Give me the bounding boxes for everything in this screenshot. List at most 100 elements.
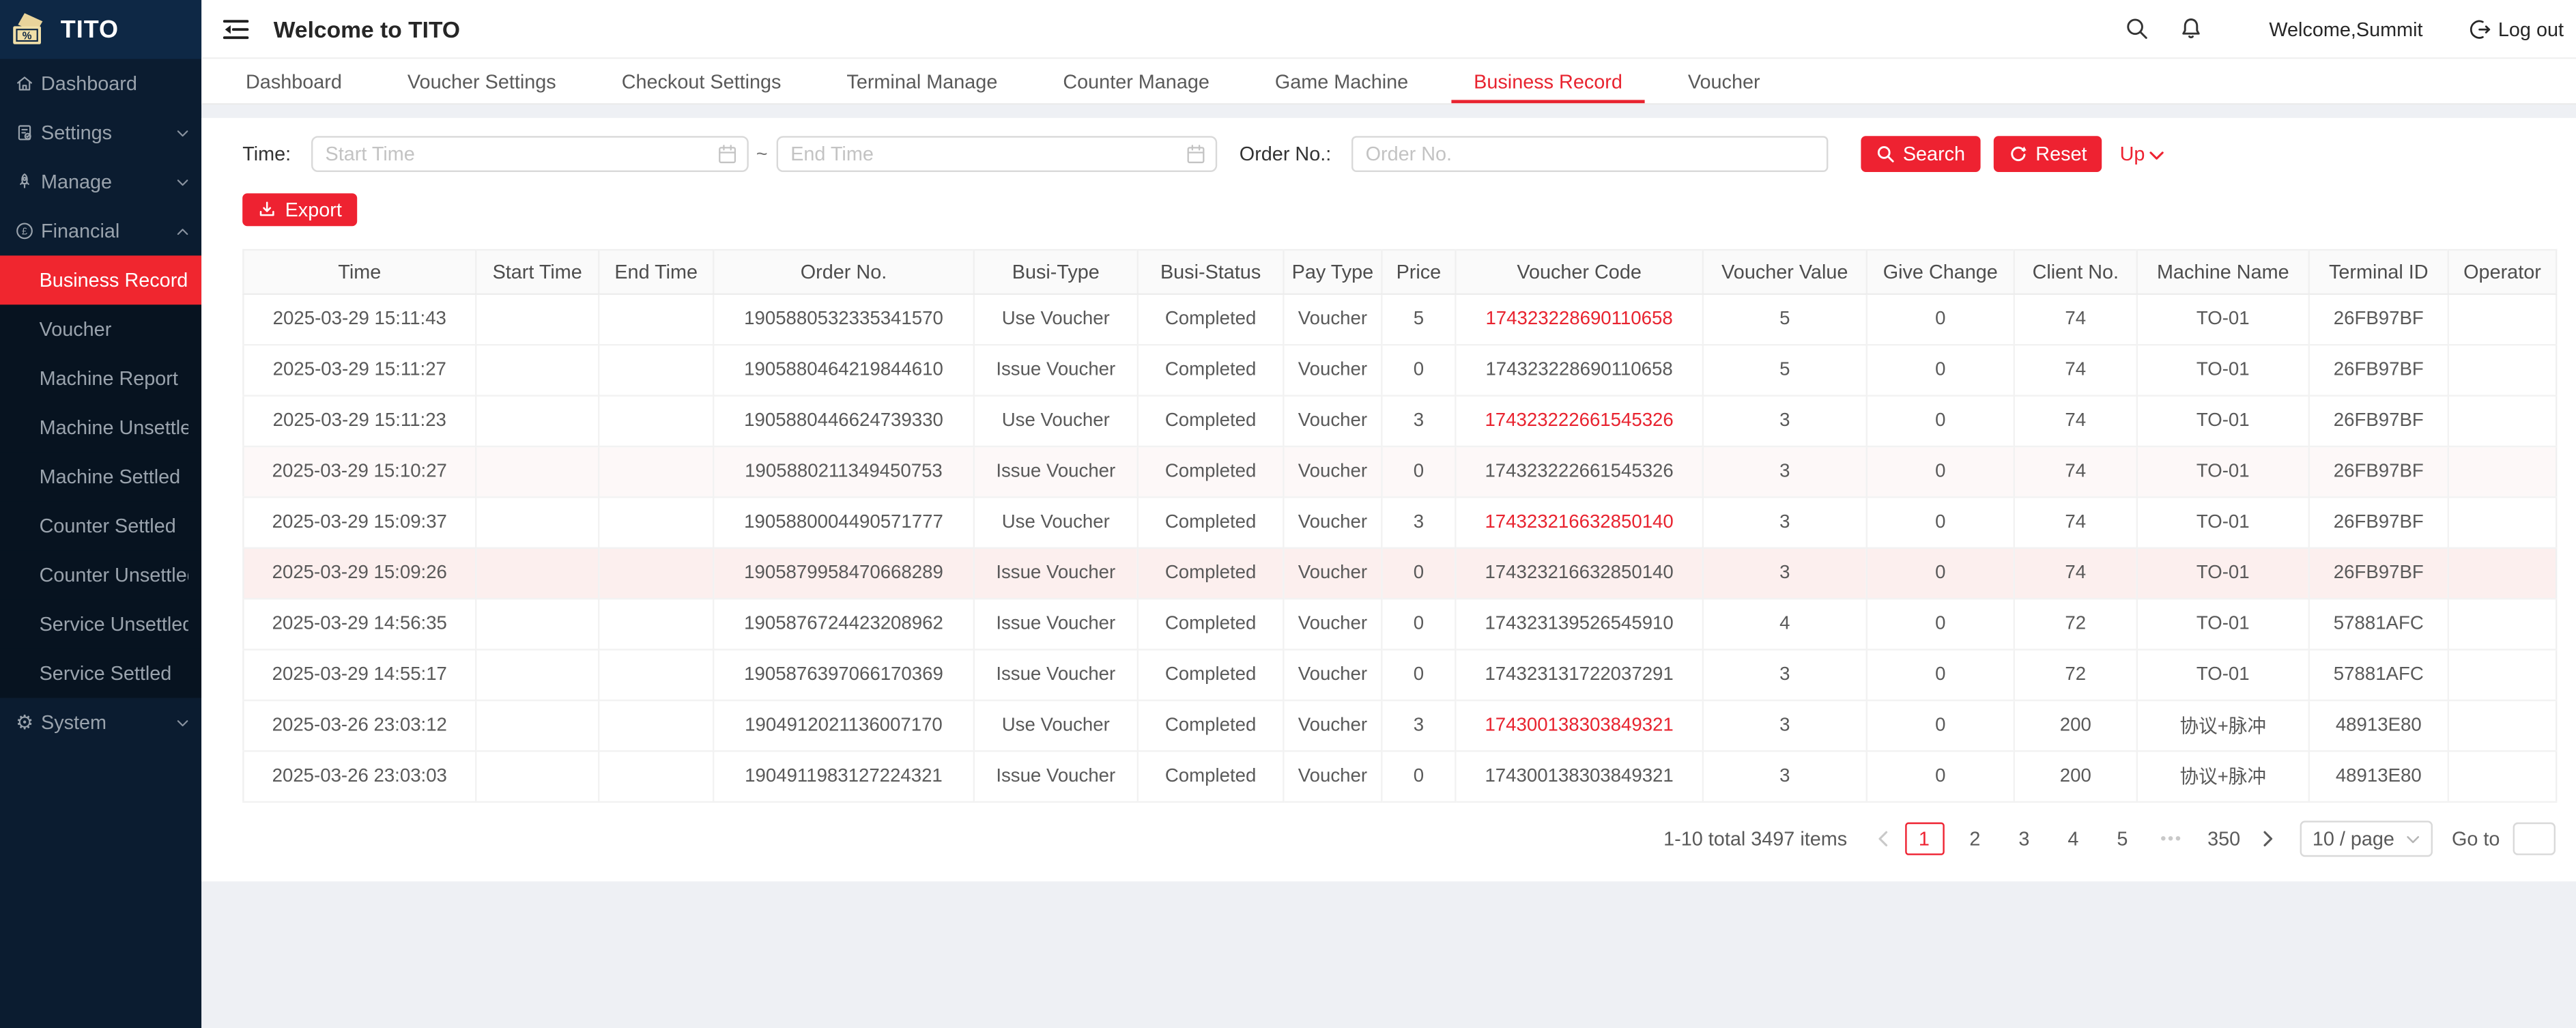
cell-time: 2025-03-29 15:11:27 [243,345,476,395]
svg-text:%: % [23,30,32,42]
collapse-filters-link[interactable]: Up [2120,143,2165,166]
sidebar-item-manage[interactable]: Manage [0,157,201,206]
cell-pay-type: Voucher [1283,650,1382,700]
next-page-button[interactable] [2252,831,2283,847]
table-row: 2025-03-29 14:55:17 1905876397066170369 … [243,650,2556,700]
goto-label: Go to [2452,827,2500,851]
sidebar-item-service-unsettled[interactable]: Service Unsettled [0,599,201,648]
cell-operator [2448,650,2556,700]
cell-client-no: 72 [2014,650,2137,700]
sidebar-item-settings[interactable]: Settings [0,108,201,157]
app-root: % TITO Dashboard [0,0,2576,1028]
cell-time: 2025-03-29 15:10:27 [243,446,476,497]
chevron-down-icon [2406,835,2419,843]
column-header: Start Time [476,250,599,294]
page-button-[interactable]: ••• [2153,824,2190,853]
voucher-code-link[interactable]: 174323228690110658 [1485,360,1672,380]
voucher-code-link[interactable]: 174300138303849321 [1485,767,1673,786]
logo: % TITO [0,0,201,59]
cell-client-no: 72 [2014,599,2137,649]
menu-fold-icon[interactable] [223,17,248,40]
column-header: Voucher Code [1455,250,1702,294]
cell-start-time [476,751,599,801]
tab-checkout-settings[interactable]: Checkout Settings [622,59,782,103]
sidebar-item-voucher[interactable]: Voucher [0,304,201,354]
sidebar-item-counter-settled[interactable]: Counter Settled [0,501,201,550]
tab-dashboard[interactable]: Dashboard [246,59,342,103]
cell-client-no: 200 [2014,700,2137,751]
calendar-icon[interactable] [1186,144,1205,164]
voucher-code-link[interactable]: 174323216632850140 [1485,564,1673,584]
bell-icon[interactable] [2179,16,2203,41]
cell-end-time [599,497,713,547]
sidebar-item-financial[interactable]: £ Financial [0,206,201,255]
cell-voucher-value: 3 [1703,497,1867,547]
export-button[interactable]: Export [242,193,356,226]
tab-business-record[interactable]: Business Record [1474,59,1622,103]
cell-busi-status: Completed [1138,497,1284,547]
records-table-wrap: TimeStart TimeEnd TimeOrder No.Busi-Type… [242,249,2557,803]
cell-price: 0 [1382,548,1455,599]
page-size-select[interactable]: 10 / page [2300,820,2433,857]
cell-machine-name: 协议+脉冲 [2137,700,2309,751]
page-button-4[interactable]: 4 [2055,824,2091,853]
voucher-code-link[interactable]: 174323222661545326 [1485,462,1673,482]
prev-page-button[interactable] [1867,831,1898,847]
sidebar-item-machine-unsettled[interactable]: Machine Unsettled [0,403,201,452]
page-button-1[interactable]: 1 [1904,823,1944,855]
tab-counter-manage[interactable]: Counter Manage [1063,59,1210,103]
sidebar-item-machine-settled[interactable]: Machine Settled [0,452,201,501]
goto-page-input[interactable] [2513,823,2556,855]
voucher-code-link[interactable]: 174323216632850140 [1485,513,1673,532]
start-time-input-wrap [311,136,748,172]
logout-button[interactable]: Log out [2469,17,2564,40]
tab-terminal-manage[interactable]: Terminal Manage [846,59,997,103]
cell-order-no: 1904912021136007170 [713,700,974,751]
order-no-input[interactable] [1351,136,1827,172]
cell-price: 3 [1382,396,1455,446]
page-button-350[interactable]: 350 [2203,824,2245,853]
sidebar-item-dashboard[interactable]: Dashboard [0,59,201,108]
cell-price: 3 [1382,700,1455,751]
cell-price: 0 [1382,599,1455,649]
user-greeting[interactable]: Welcome,Summit [2269,17,2422,40]
sidebar-item-machine-report[interactable]: Machine Report [0,354,201,403]
page-button-2[interactable]: 2 [1957,824,1993,853]
sidebar-item-label: Counter Unsettled [40,564,188,587]
cell-start-time [476,345,599,395]
sidebar: % TITO Dashboard [0,0,201,1028]
sidebar-item-business-record[interactable]: Business Record [0,255,201,304]
voucher-code-link[interactable]: 174300138303849321 [1485,716,1673,736]
sidebar-item-service-settled[interactable]: Service Settled [0,648,201,698]
tab-game-machine[interactable]: Game Machine [1275,59,1408,103]
brand-name: TITO [61,16,119,44]
cell-machine-name: TO-01 [2137,599,2309,649]
cell-operator [2448,294,2556,345]
search-icon[interactable] [2125,16,2149,41]
end-time-input[interactable] [776,136,1217,172]
sidebar-item-system[interactable]: ⚙ System [0,698,201,747]
sidebar-item-counter-unsettled[interactable]: Counter Unsettled [0,550,201,599]
main-area: Welcome to TITO Welcome,Summit Log out [201,0,2576,1028]
sidebar-menu: Dashboard Settings [0,59,201,1028]
voucher-code-link[interactable]: 174323139526545910 [1485,614,1673,634]
column-header: Order No. [713,250,974,294]
rocket-icon [15,172,35,192]
calendar-icon[interactable] [717,144,736,164]
reset-button[interactable]: Reset [1993,136,2102,172]
filter-bar: Time: ~ Order No.: [242,136,2557,172]
voucher-code-link[interactable]: 174323131722037291 [1485,665,1673,685]
tab-voucher[interactable]: Voucher [1688,59,1760,103]
cell-time: 2025-03-29 15:09:37 [243,497,476,547]
tab-voucher-settings[interactable]: Voucher Settings [407,59,556,103]
cell-start-time [476,548,599,599]
cell-machine-name: TO-01 [2137,446,2309,497]
cell-busi-type: Use Voucher [974,396,1138,446]
search-button[interactable]: Search [1860,136,1979,172]
start-time-input[interactable] [311,136,748,172]
voucher-code-link[interactable]: 174323222661545326 [1485,411,1673,431]
cell-end-time [599,700,713,751]
page-button-5[interactable]: 5 [2104,824,2141,853]
page-button-3[interactable]: 3 [2006,824,2042,853]
voucher-code-link[interactable]: 174323228690110658 [1485,310,1672,330]
